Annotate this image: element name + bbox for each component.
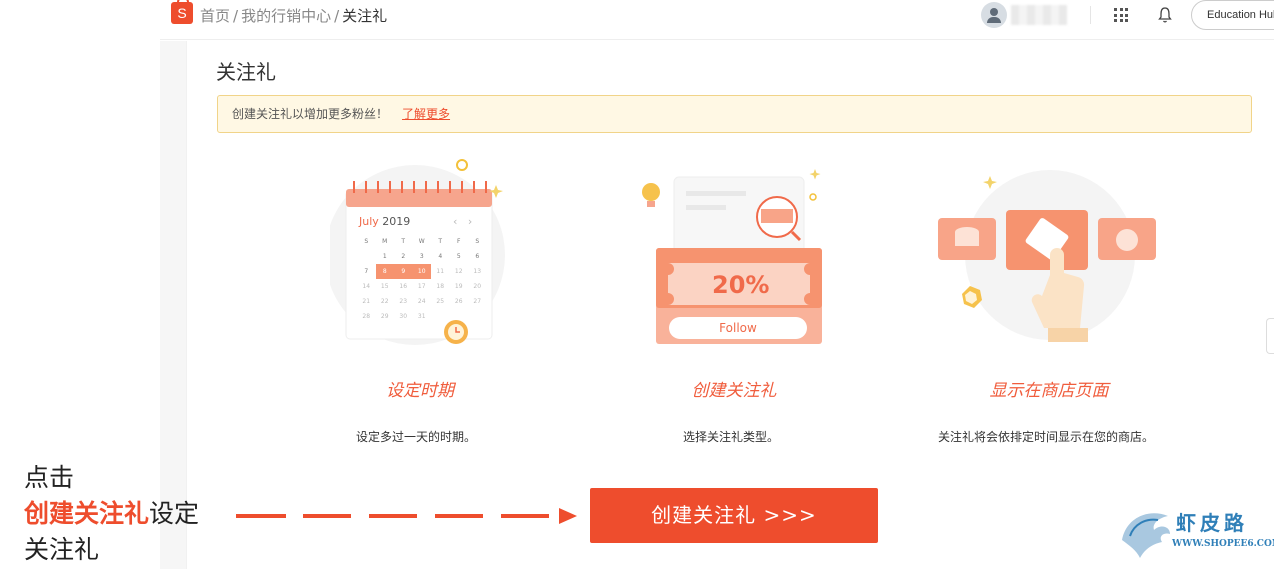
calendar-day[interactable]: 2: [394, 249, 413, 264]
calendar-weekday: F: [457, 238, 461, 245]
info-banner: 创建关注礼以增加更多粉丝！ 了解更多: [217, 95, 1252, 133]
store-switch-button[interactable]: Education Hul: [1191, 0, 1274, 30]
calendar-grid: S M T W T F S 1 2 3 4 5 6 7 8 9 10 11 12 13 14 15 16 17 18 19 20 21…: [357, 234, 487, 324]
bell-icon[interactable]: [1158, 6, 1172, 24]
calendar-day[interactable]: 6: [468, 249, 487, 264]
banner-text: 创建关注礼以增加更多粉丝！: [232, 107, 389, 121]
breadcrumb-separator: /: [334, 7, 340, 25]
calendar-day[interactable]: 28: [357, 309, 376, 324]
annotation-line-3: 关注礼: [24, 535, 100, 564]
calendar-weekday: S: [364, 238, 369, 245]
calendar-day[interactable]: 7: [357, 264, 376, 279]
dashed-arrow-icon: [236, 508, 577, 524]
calendar-weekday: T: [401, 238, 406, 245]
calendar-day[interactable]: [431, 309, 450, 324]
calendar-day[interactable]: 26: [450, 294, 469, 309]
watermark-text: 虾皮路: [1176, 511, 1248, 535]
learn-more-link[interactable]: 了解更多: [402, 107, 450, 121]
calendar-month-label: July 2019: [359, 215, 411, 228]
voucher-follow-button: Follow: [669, 317, 807, 339]
page-title: 关注礼: [216, 60, 276, 84]
calendar-day[interactable]: 21: [357, 294, 376, 309]
calendar-day[interactable]: [468, 309, 487, 324]
calendar-day[interactable]: 11: [431, 264, 450, 279]
calendar-day[interactable]: 29: [376, 309, 395, 324]
calendar-day[interactable]: [357, 249, 376, 264]
calendar-day[interactable]: 30: [394, 309, 413, 324]
shop-display-illustration: [938, 170, 1156, 342]
calendar-weekday: M: [382, 238, 388, 245]
step-2-desc: 选择关注礼类型。: [682, 430, 779, 444]
calendar-day[interactable]: 1: [376, 249, 395, 264]
breadcrumb-current: 关注礼: [342, 7, 388, 25]
calendar-day[interactable]: 23: [394, 294, 413, 309]
calendar-day[interactable]: 3: [413, 249, 432, 264]
step-1-desc: 设定多过一天的时期。: [355, 430, 476, 444]
shopee-logo[interactable]: S: [171, 0, 193, 24]
calendar-day[interactable]: 9: [394, 264, 413, 279]
step-3-desc: 关注礼将会依排定时间显示在您的商店。: [937, 430, 1154, 444]
calendar-day[interactable]: 25: [431, 294, 450, 309]
calendar-day[interactable]: 8: [375, 264, 394, 279]
apps-grid-icon[interactable]: [1114, 8, 1128, 22]
page: S 首页 / 我的行销中心 / 关注礼 Education Hul 关注礼 创建关注礼以…: [0, 0, 1274, 569]
calendar-day[interactable]: 4: [431, 249, 450, 264]
calendar-day[interactable]: 15: [376, 279, 395, 294]
calendar-day[interactable]: 10: [412, 264, 431, 279]
divider: [1090, 6, 1091, 24]
calendar-day[interactable]: 13: [468, 264, 487, 279]
annotation-line-2: 创建关注礼设定: [24, 499, 200, 528]
instruction-annotation: 点击 创建关注礼设定 关注礼: [24, 460, 199, 568]
floating-side-tab[interactable]: [1266, 318, 1274, 354]
breadcrumb-separator: /: [233, 7, 239, 25]
calendar-day[interactable]: 22: [376, 294, 395, 309]
calendar-day[interactable]: 16: [394, 279, 413, 294]
username-redacted[interactable]: [1011, 5, 1067, 25]
calendar-day[interactable]: 12: [450, 264, 469, 279]
calendar-day[interactable]: 31: [413, 309, 432, 324]
calendar-day[interactable]: 5: [450, 249, 469, 264]
calendar-day[interactable]: 20: [468, 279, 487, 294]
step-3-title: 显示在商店页面: [989, 381, 1109, 401]
annotation-line-1: 点击: [24, 463, 75, 492]
calendar-day[interactable]: 19: [450, 279, 469, 294]
calendar-day[interactable]: 24: [413, 294, 432, 309]
user-avatar-icon[interactable]: [981, 2, 1007, 28]
breadcrumb: 首页 / 我的行销中心 / 关注礼: [200, 5, 387, 26]
calendar-nav-icons[interactable]: ‹ ›: [453, 215, 472, 228]
calendar-day[interactable]: 14: [357, 279, 376, 294]
step-2-title: 创建关注礼: [691, 381, 777, 401]
calendar-weekday: S: [475, 238, 480, 245]
calendar-day[interactable]: 27: [468, 294, 487, 309]
watermark-url: WWW.SHOPEE6.COM: [1172, 539, 1274, 549]
voucher-percent: 20%: [712, 271, 770, 299]
calendar-day[interactable]: 17: [413, 279, 432, 294]
calendar-weekday: T: [438, 238, 443, 245]
top-bar: S 首页 / 我的行销中心 / 关注礼 Education Hul: [160, 0, 1274, 40]
breadcrumb-home[interactable]: 首页: [200, 7, 230, 25]
calendar-day[interactable]: 18: [431, 279, 450, 294]
breadcrumb-marketing-centre[interactable]: 我的行销中心: [241, 7, 331, 25]
create-follow-prize-button[interactable]: 创建关注礼 >>>: [590, 488, 878, 543]
calendar-weekday: W: [418, 238, 425, 245]
annotation-highlight: 创建关注礼: [24, 499, 150, 528]
step-1-title: 设定时期: [386, 381, 454, 401]
calendar-day[interactable]: [450, 309, 469, 324]
